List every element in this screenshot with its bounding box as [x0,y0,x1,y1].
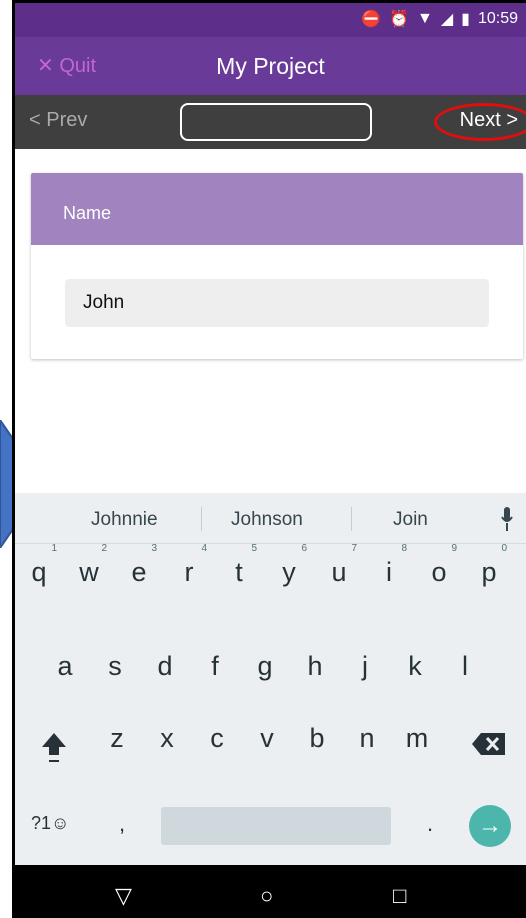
home-icon[interactable]: ○ [260,883,273,909]
page-indicator-box[interactable] [180,103,372,141]
key-h[interactable]: h [293,651,337,682]
suggestion-item[interactable]: Johnson [231,509,303,531]
key-v[interactable]: v [245,723,289,754]
key-y[interactable]: 6y [267,543,311,588]
system-navigation-bar: ▽ ○ □ [15,865,526,918]
shift-icon[interactable] [39,729,69,763]
name-card: Name John [31,173,523,359]
recent-apps-icon[interactable]: □ [393,883,406,909]
period-key[interactable]: . [427,811,433,837]
key-i[interactable]: 8i [367,543,411,588]
status-bar: ⛔ ⏰ ▼ ◢ ▮ 10:59 [15,3,526,37]
key-k[interactable]: k [393,651,437,682]
do-not-disturb-icon: ⛔ [361,11,382,28]
soft-keyboard: Johnnie Johnson Join 1q 2w 3e 4r 5t 6y 7… [15,493,526,865]
enter-key[interactable]: → [469,805,511,847]
microphone-icon[interactable] [500,505,514,533]
suggestion-divider [351,507,352,531]
space-key[interactable] [161,807,391,845]
key-s[interactable]: s [93,651,137,682]
suggestion-item[interactable]: Johnnie [91,509,158,531]
key-w[interactable]: 2w [67,543,111,588]
comma-key[interactable]: , [119,811,125,837]
prev-button[interactable]: < Prev [29,109,87,132]
key-row-3: z x c v b n m [15,723,526,781]
key-u[interactable]: 7u [317,543,361,588]
page-title: My Project [216,53,325,79]
suggestion-item[interactable]: Join [393,509,428,531]
back-icon[interactable]: ▽ [115,883,132,909]
key-p[interactable]: 0p [467,543,511,588]
key-row-4: ?1☺ , . → [15,793,526,851]
backspace-icon[interactable] [471,731,507,757]
key-x[interactable]: x [145,723,189,754]
key-c[interactable]: c [195,723,239,754]
key-e[interactable]: 3e [117,543,161,588]
phone-screen: ⛔ ⏰ ▼ ◢ ▮ 10:59 ✕ Quit My Project < Prev… [12,0,526,918]
symbols-key[interactable]: ?1☺ [31,813,69,834]
key-j[interactable]: j [343,651,387,682]
key-l[interactable]: l [443,651,487,682]
name-input[interactable]: John [65,279,489,327]
key-z[interactable]: z [95,723,139,754]
suggestion-divider [201,507,202,531]
signal-icon: ◢ [440,11,454,28]
key-n[interactable]: n [345,723,389,754]
key-g[interactable]: g [243,651,287,682]
alarm-icon: ⏰ [389,11,409,28]
app-bar: ✕ Quit My Project [15,37,526,95]
key-row-1: 1q 2w 3e 4r 5t 6y 7u 8i 9o 0p [15,543,526,615]
key-o[interactable]: 9o [417,543,461,588]
wifi-icon: ▼ [416,10,433,27]
form-navigation-bar: < Prev Next > [15,95,526,149]
key-q[interactable]: 1q [17,543,61,588]
form-content: Name John [15,149,526,493]
key-r[interactable]: 4r [167,543,211,588]
key-a[interactable]: a [43,651,87,682]
card-header: Name [31,173,523,245]
key-d[interactable]: d [143,651,187,682]
status-icons: ⛔ ⏰ ▼ ◢ ▮ 10:59 [361,9,518,29]
key-f[interactable]: f [193,651,237,682]
key-row-2: a s d f g h j k l [15,651,526,709]
key-b[interactable]: b [295,723,339,754]
key-t[interactable]: 5t [217,543,261,588]
next-button[interactable]: Next > [460,109,518,132]
key-m[interactable]: m [395,723,439,754]
suggestion-strip: Johnnie Johnson Join [15,493,526,544]
status-time: 10:59 [477,10,518,27]
battery-icon: ▮ [461,11,470,28]
